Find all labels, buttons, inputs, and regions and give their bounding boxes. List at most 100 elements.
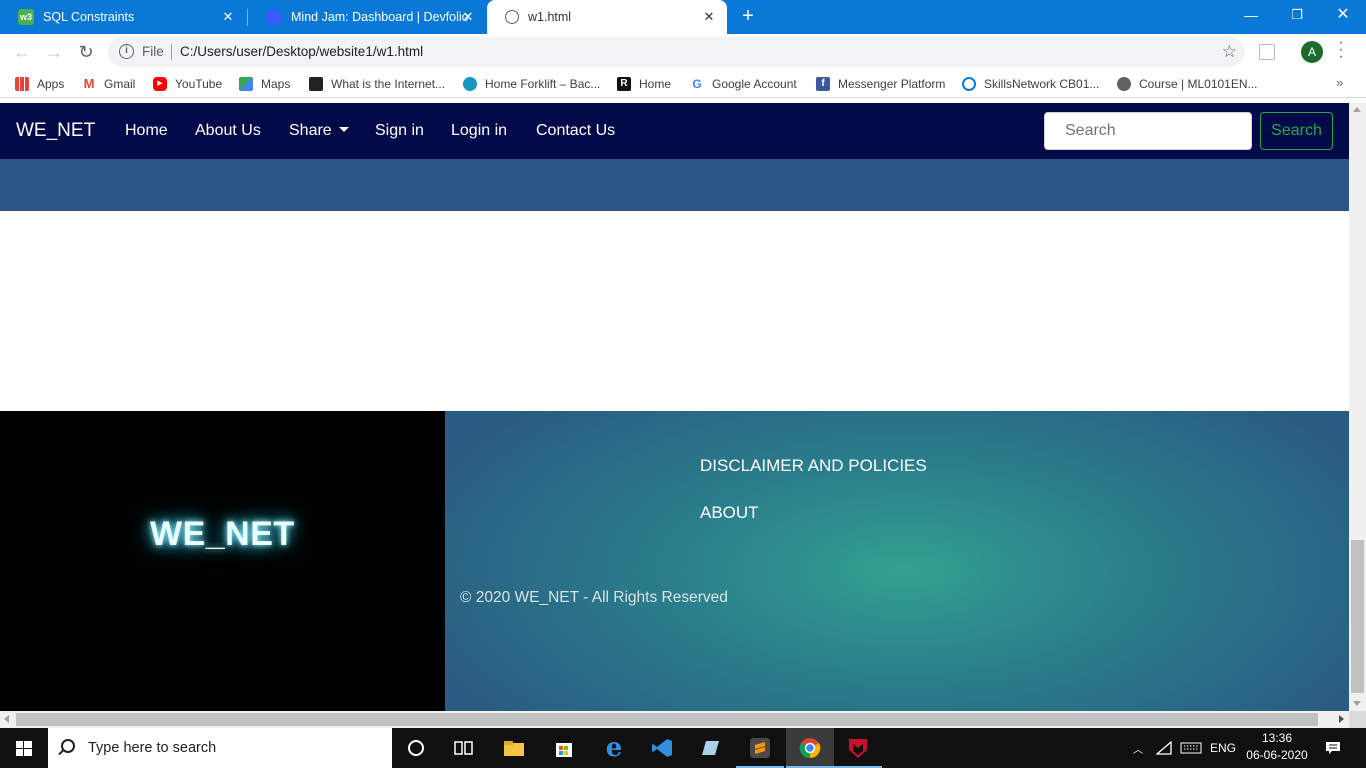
bookmark-youtube[interactable]: ▶ YouTube	[153, 76, 222, 92]
globe-icon	[505, 10, 519, 24]
bookmark-star-icon[interactable]: ☆	[1222, 42, 1237, 62]
bookmark-label: YouTube	[175, 77, 223, 91]
nav-about-us[interactable]: About Us	[195, 122, 261, 140]
close-tab-icon[interactable]: ✕	[220, 9, 236, 25]
bookmark-label: Gmail	[104, 77, 136, 91]
taskbar-search-placeholder: Type here to search	[88, 740, 217, 756]
close-window-icon[interactable]: ✕	[1320, 0, 1366, 30]
site-search-input[interactable]: Search	[1044, 112, 1252, 150]
site-search-button[interactable]: Search	[1260, 112, 1333, 150]
minimize-window-icon[interactable]: —	[1228, 0, 1274, 30]
footer-info-panel: DISCLAIMER AND POLICIES ABOUT © 2020 WE_…	[445, 411, 1349, 711]
browser-menu-icon[interactable]: · · ·	[1336, 35, 1346, 65]
scroll-down-arrow-icon[interactable]	[1353, 701, 1361, 706]
profile-avatar[interactable]: A	[1301, 41, 1323, 63]
search-icon	[61, 739, 75, 753]
bookmarks-bar: Apps M Gmail ▶ YouTube Maps What is the …	[0, 70, 1366, 98]
tab-w1-html[interactable]: w1.html ✕	[487, 0, 727, 34]
caret-down-icon	[338, 127, 349, 132]
nav-login-in[interactable]: Login in	[451, 122, 507, 140]
taskbar-search-box[interactable]: Type here to search	[48, 728, 392, 768]
bookmark-home-forklift[interactable]: Home Forklift – Bac...	[463, 76, 600, 92]
tab-title: SQL Constraints	[43, 10, 135, 24]
close-tab-icon[interactable]: ✕	[701, 9, 717, 25]
bookmark-label: Course | ML0101EN...	[1139, 77, 1258, 91]
skillsnetwork-icon	[962, 77, 976, 91]
bookmark-gmail[interactable]: M Gmail	[82, 76, 136, 92]
footer-logo-panel: WE_NET	[0, 411, 445, 711]
horizontal-scroll-thumb[interactable]	[16, 713, 1318, 726]
copyright-text: © 2020 WE_NET - All Rights Reserved	[460, 589, 728, 606]
hero-section	[0, 159, 1349, 211]
w3schools-icon: w3	[18, 9, 34, 25]
windows-taskbar: Type here to search e ︿ ENG 13:36 06-06-…	[0, 728, 1366, 768]
scroll-left-arrow-icon[interactable]	[4, 715, 9, 723]
footer-link-about[interactable]: ABOUT	[700, 503, 759, 523]
new-tab-button[interactable]: +	[738, 6, 758, 26]
footer-link-disclaimer[interactable]: DISCLAIMER AND POLICIES	[700, 456, 927, 476]
action-center-icon[interactable]	[1318, 728, 1348, 768]
youtube-icon: ▶	[153, 77, 167, 91]
tab-title: w1.html	[528, 10, 572, 24]
more-bookmarks-icon[interactable]: »	[1336, 75, 1343, 90]
horizontal-scrollbar[interactable]	[0, 711, 1349, 728]
info-icon[interactable]: i	[119, 44, 134, 59]
tab-devfolio[interactable]: Mind Jam: Dashboard | Devfolio ✕	[248, 0, 486, 34]
vertical-scroll-thumb[interactable]	[1351, 540, 1364, 693]
edge-icon[interactable]: e	[590, 728, 638, 768]
extension-icon[interactable]	[1259, 44, 1275, 60]
bookmark-label: Home	[639, 77, 672, 91]
tab-sql-constraints[interactable]: w3 SQL Constraints ✕	[0, 0, 246, 34]
input-language[interactable]: ENG	[1206, 728, 1240, 768]
nav-share-dropdown[interactable]: Share	[289, 122, 349, 140]
bookmark-home[interactable]: R Home	[617, 76, 671, 92]
mcafee-icon[interactable]	[834, 728, 882, 768]
globe-icon	[1117, 77, 1131, 91]
store-icon[interactable]	[540, 728, 588, 768]
restore-window-icon[interactable]: ❐	[1274, 0, 1320, 30]
nav-contact-us[interactable]: Contact Us	[536, 122, 615, 140]
devfolio-icon	[266, 9, 282, 25]
scroll-up-arrow-icon[interactable]	[1353, 107, 1361, 112]
bookmark-apps[interactable]: Apps	[15, 76, 64, 92]
reload-icon[interactable]: ↻	[74, 40, 98, 64]
network-icon[interactable]	[1154, 728, 1174, 768]
vscode-icon[interactable]	[638, 728, 686, 768]
address-divider	[171, 44, 172, 60]
browser-tab-strip: w3 SQL Constraints ✕ Mind Jam: Dashboard…	[0, 0, 1366, 34]
maps-icon	[239, 77, 253, 91]
bookmark-messenger-platform[interactable]: f Messenger Platform	[816, 76, 945, 92]
start-button[interactable]	[0, 728, 48, 768]
show-hidden-icons-icon[interactable]: ︿	[1128, 728, 1148, 768]
keyboard-icon[interactable]	[1178, 728, 1204, 768]
forward-icon[interactable]: →	[42, 40, 66, 64]
url-text[interactable]: C:/Users/user/Desktop/website1/w1.html	[180, 44, 423, 59]
bookmark-maps[interactable]: Maps	[239, 76, 290, 92]
task-view-icon[interactable]	[440, 728, 488, 768]
tab-title: Mind Jam: Dashboard | Devfolio	[291, 10, 469, 24]
back-icon[interactable]: ←	[10, 40, 34, 64]
vertical-scrollbar[interactable]	[1349, 103, 1366, 711]
bookmark-label: What is the Internet...	[331, 77, 446, 91]
bookmark-icon	[309, 77, 323, 91]
notes-icon[interactable]	[686, 728, 734, 768]
system-clock[interactable]: 13:36 06-06-2020	[1238, 730, 1316, 766]
file-explorer-icon[interactable]	[490, 728, 538, 768]
chrome-icon[interactable]	[786, 728, 834, 768]
nav-sign-in[interactable]: Sign in	[375, 122, 424, 140]
apps-grid-icon	[15, 77, 29, 91]
bookmark-google-account[interactable]: G Google Account	[690, 76, 796, 92]
cortana-icon[interactable]	[392, 728, 440, 768]
scroll-right-arrow-icon[interactable]	[1339, 715, 1344, 723]
address-bar[interactable]: i File C:/Users/user/Desktop/website1/w1…	[108, 37, 1245, 67]
sublime-text-icon[interactable]	[736, 728, 784, 768]
bookmark-skillsnetwork[interactable]: SkillsNetwork CB01...	[962, 76, 1099, 92]
bookmark-course-ml0101en[interactable]: Course | ML0101EN...	[1117, 76, 1258, 92]
bookmark-label: Maps	[261, 77, 291, 91]
facebook-icon: f	[816, 77, 830, 91]
page-viewport: WE_NET Home About Us Share Sign in Login…	[0, 103, 1349, 711]
bookmark-what-is-internet[interactable]: What is the Internet...	[309, 76, 445, 92]
navbar-brand[interactable]: WE_NET	[16, 120, 95, 142]
close-tab-icon[interactable]: ✕	[460, 9, 476, 25]
nav-home[interactable]: Home	[125, 122, 168, 140]
